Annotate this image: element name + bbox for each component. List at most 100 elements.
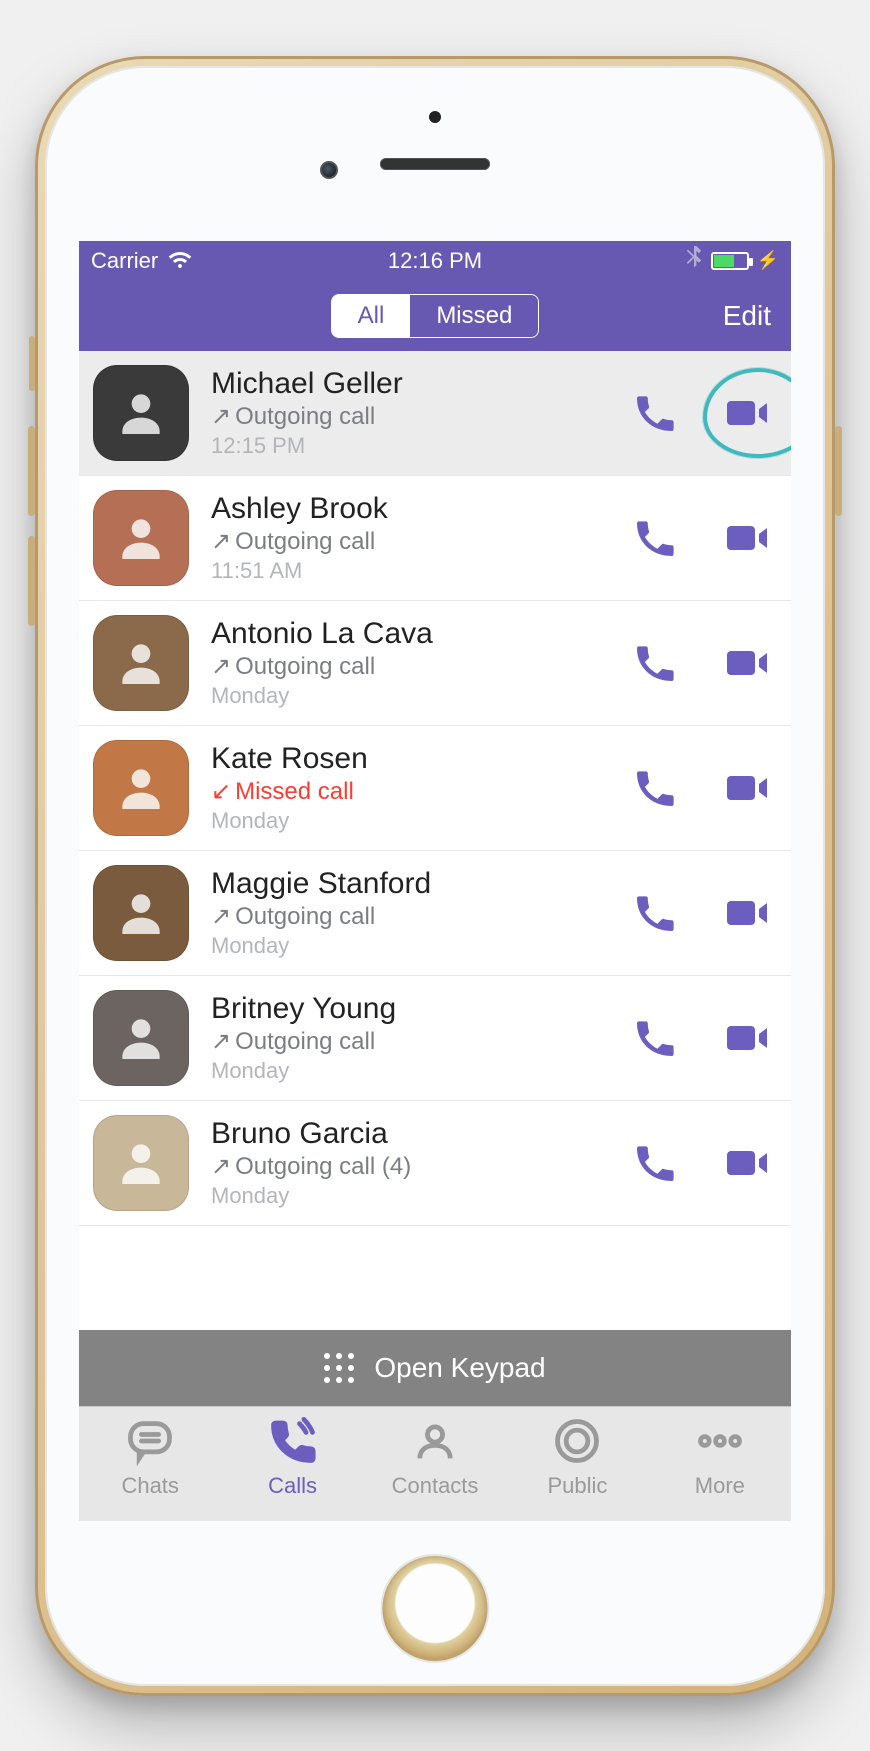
volume-down[interactable] xyxy=(28,536,35,626)
power-button[interactable] xyxy=(835,426,842,516)
row-actions xyxy=(629,762,773,814)
avatar xyxy=(93,740,189,836)
contact-name: Ashley Brook xyxy=(211,492,629,526)
call-type-outgoing: ↗ Outgoing call xyxy=(211,903,629,931)
video-icon xyxy=(723,889,771,937)
avatar xyxy=(93,990,189,1086)
call-time: Monday xyxy=(211,933,629,959)
video-call-button[interactable] xyxy=(721,1137,773,1189)
row-actions xyxy=(629,387,773,439)
call-row[interactable]: Antonio La Cava↗ Outgoing callMonday xyxy=(79,601,791,726)
call-time: Monday xyxy=(211,1183,629,1209)
tab-chats[interactable]: Chats xyxy=(79,1415,221,1521)
row-actions xyxy=(629,1137,773,1189)
tab-label: Chats xyxy=(121,1473,178,1499)
video-icon xyxy=(723,389,771,437)
avatar xyxy=(93,365,189,461)
call-row[interactable]: Bruno Garcia↗ Outgoing call (4)Monday xyxy=(79,1101,791,1226)
contact-name: Maggie Stanford xyxy=(211,867,629,901)
voice-call-button[interactable] xyxy=(629,762,681,814)
avatar xyxy=(93,865,189,961)
call-row[interactable]: Kate Rosen↙ Missed callMonday xyxy=(79,726,791,851)
avatar xyxy=(93,615,189,711)
voice-call-button[interactable] xyxy=(629,1012,681,1064)
call-time: 12:15 PM xyxy=(211,433,629,459)
tab-public[interactable]: Public xyxy=(506,1415,648,1521)
video-call-button[interactable] xyxy=(721,637,773,689)
call-type-missed: ↙ Missed call xyxy=(211,778,629,806)
contact-name: Antonio La Cava xyxy=(211,617,629,651)
calls-icon xyxy=(267,1415,319,1467)
voice-call-button[interactable] xyxy=(629,1137,681,1189)
earpiece-speaker xyxy=(380,158,490,170)
tab-calls[interactable]: Calls xyxy=(221,1415,363,1521)
chats-icon xyxy=(124,1415,176,1467)
mute-switch[interactable] xyxy=(29,336,35,391)
outgoing-arrow-icon: ↗ xyxy=(211,405,231,429)
contact-name: Kate Rosen xyxy=(211,742,629,776)
seg-all[interactable]: All xyxy=(332,295,411,337)
phone-icon xyxy=(631,889,679,937)
contact-name: Bruno Garcia xyxy=(211,1117,629,1151)
battery-icon xyxy=(711,252,749,270)
voice-call-button[interactable] xyxy=(629,512,681,564)
phone-icon xyxy=(631,1014,679,1062)
video-icon xyxy=(723,514,771,562)
navbar: All Missed Edit xyxy=(79,281,791,351)
avatar xyxy=(93,1115,189,1211)
row-body: Bruno Garcia↗ Outgoing call (4)Monday xyxy=(211,1117,629,1209)
call-time: 11:51 AM xyxy=(211,558,629,584)
wifi-icon xyxy=(168,246,192,276)
incoming-arrow-icon: ↙ xyxy=(211,780,231,804)
seg-missed[interactable]: Missed xyxy=(410,295,538,337)
open-keypad-label: Open Keypad xyxy=(374,1352,545,1384)
voice-call-button[interactable] xyxy=(629,887,681,939)
video-icon xyxy=(723,1014,771,1062)
home-button[interactable] xyxy=(383,1556,488,1661)
call-row[interactable]: Britney Young↗ Outgoing callMonday xyxy=(79,976,791,1101)
video-call-button[interactable] xyxy=(721,512,773,564)
call-type-label: Outgoing call xyxy=(235,403,375,431)
voice-call-button[interactable] xyxy=(629,637,681,689)
row-body: Michael Geller↗ Outgoing call12:15 PM xyxy=(211,367,629,459)
charging-icon: ⚡ xyxy=(757,250,779,271)
edit-button[interactable]: Edit xyxy=(723,300,771,332)
phone-icon xyxy=(631,764,679,812)
front-camera xyxy=(320,161,338,179)
keypad-icon xyxy=(324,1353,354,1383)
call-type-outgoing: ↗ Outgoing call (4) xyxy=(211,1153,629,1181)
row-actions xyxy=(629,637,773,689)
row-body: Kate Rosen↙ Missed callMonday xyxy=(211,742,629,834)
video-call-button[interactable] xyxy=(721,387,773,439)
contact-name: Britney Young xyxy=(211,992,629,1026)
video-call-button[interactable] xyxy=(721,1012,773,1064)
segmented-filter: All Missed xyxy=(331,294,540,338)
open-keypad-button[interactable]: Open Keypad xyxy=(79,1330,791,1406)
video-icon xyxy=(723,639,771,687)
video-call-button[interactable] xyxy=(721,762,773,814)
tab-contacts[interactable]: Contacts xyxy=(364,1415,506,1521)
public-icon xyxy=(551,1415,603,1467)
call-type-label: Outgoing call xyxy=(235,903,375,931)
call-type-label: Outgoing call xyxy=(235,653,375,681)
tab-more[interactable]: More xyxy=(649,1415,791,1521)
tab-label: Public xyxy=(547,1473,607,1499)
phone-icon xyxy=(631,1139,679,1187)
row-body: Maggie Stanford↗ Outgoing callMonday xyxy=(211,867,629,959)
statusbar: Carrier 12:16 PM ⚡ xyxy=(79,241,791,281)
phone-body: Carrier 12:16 PM ⚡ All xyxy=(45,66,825,1686)
call-row[interactable]: Ashley Brook↗ Outgoing call11:51 AM xyxy=(79,476,791,601)
phone-icon xyxy=(631,389,679,437)
volume-up[interactable] xyxy=(28,426,35,516)
clock: 12:16 PM xyxy=(320,248,549,274)
voice-call-button[interactable] xyxy=(629,387,681,439)
video-call-button[interactable] xyxy=(721,887,773,939)
call-type-outgoing: ↗ Outgoing call xyxy=(211,403,629,431)
call-row[interactable]: Michael Geller↗ Outgoing call12:15 PM xyxy=(79,351,791,476)
proximity-sensor xyxy=(429,111,441,123)
call-type-outgoing: ↗ Outgoing call xyxy=(211,1028,629,1056)
row-body: Antonio La Cava↗ Outgoing callMonday xyxy=(211,617,629,709)
avatar xyxy=(93,490,189,586)
call-row[interactable]: Maggie Stanford↗ Outgoing callMonday xyxy=(79,851,791,976)
call-time: Monday xyxy=(211,683,629,709)
